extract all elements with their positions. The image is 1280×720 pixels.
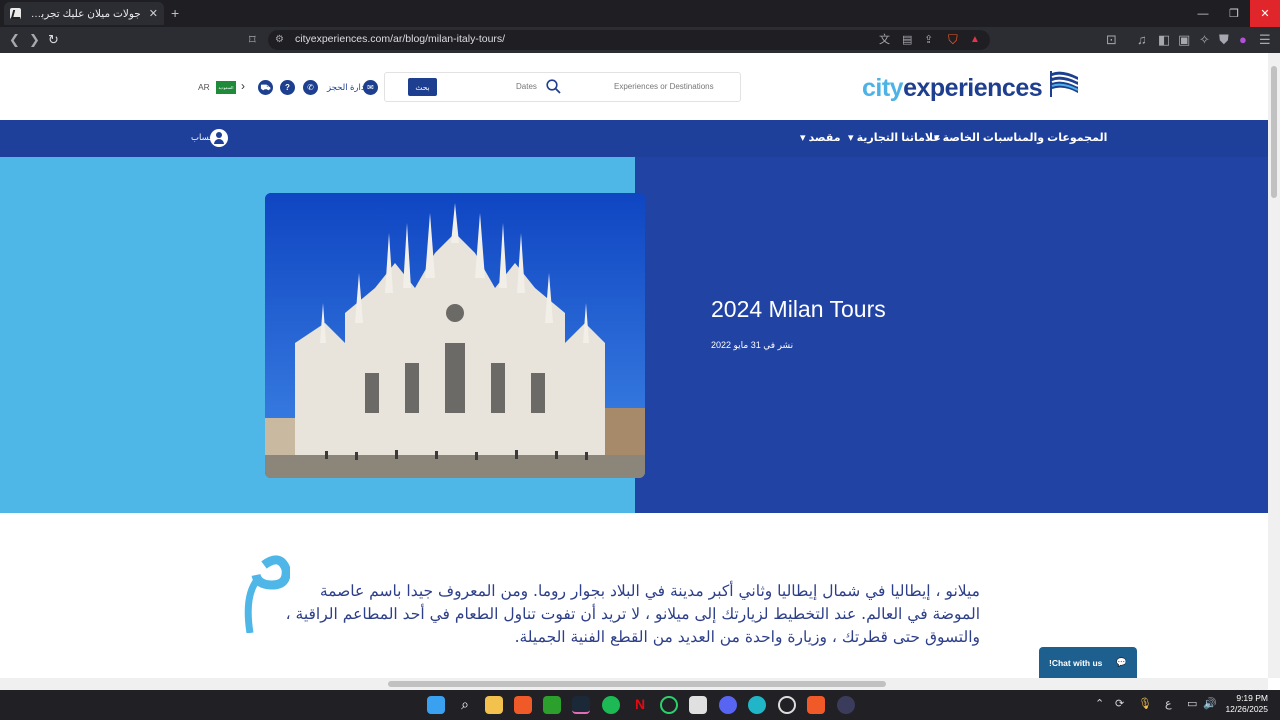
spotify-icon[interactable] — [602, 696, 620, 714]
brave-icon[interactable] — [514, 696, 532, 714]
clock-date: 12/26/2025 — [1225, 704, 1268, 714]
logo-city: city — [862, 74, 904, 102]
search-icon[interactable] — [546, 79, 561, 94]
logo-experiences: experiences — [903, 74, 1043, 102]
input-language[interactable]: ع — [1165, 697, 1172, 710]
chevron-down-icon: ▾ — [848, 132, 857, 144]
sync-icon[interactable]: ⟳ — [1115, 697, 1124, 710]
restore-button[interactable]: ❐ — [1218, 0, 1250, 27]
menu-icon[interactable]: ☰ — [1259, 31, 1271, 49]
site-info-icon[interactable]: ⚙ — [275, 31, 284, 49]
hero-right-panel — [635, 157, 1268, 513]
search-button[interactable]: بحث — [408, 78, 437, 96]
nav-item-brands[interactable]: علاماتنا التجارية ▾ — [848, 131, 941, 144]
milan-cathedral-photo — [265, 193, 645, 478]
chatgpt-icon[interactable] — [778, 696, 796, 714]
chevron-down-icon: ▾ — [800, 132, 809, 144]
xbox-icon[interactable] — [543, 696, 561, 714]
close-window-button[interactable]: ✕ — [1250, 0, 1280, 27]
nav-item-groups[interactable]: المجموعات والمناسبات الخاصة ▾ — [934, 131, 1107, 144]
file-explorer-icon[interactable] — [485, 696, 503, 714]
phone-icon[interactable]: ✆ — [303, 80, 318, 95]
site-favicon-icon — [10, 8, 21, 19]
edge-icon[interactable] — [748, 696, 766, 714]
start-icon[interactable] — [427, 696, 445, 714]
account-link[interactable]: حساب — [191, 132, 214, 143]
share-icon[interactable]: ⇪ — [924, 31, 933, 49]
search-input[interactable]: Experiences or Destinations — [614, 82, 714, 91]
reader-icon[interactable]: ▤ — [902, 31, 912, 49]
leo-ai-icon[interactable]: ✧ — [1199, 31, 1210, 49]
help-icon[interactable]: ? — [280, 80, 295, 95]
nav-item-label: مقصد — [808, 132, 841, 144]
translate-icon[interactable]: 文 — [879, 31, 890, 49]
profile-icon[interactable]: ● — [1239, 31, 1247, 49]
media-icon[interactable]: ♫ — [1137, 31, 1147, 49]
brave-active-icon[interactable] — [807, 696, 825, 714]
horizontal-scroll-thumb[interactable] — [388, 681, 886, 687]
mic-icon[interactable]: 🎙 — [1138, 697, 1152, 710]
clock-time: 9:19 PM — [1236, 693, 1268, 703]
volume-icon[interactable]: 🔊 — [1203, 697, 1217, 710]
network-icon[interactable]: ▭ — [1187, 697, 1197, 710]
brave-shield-icon[interactable]: ⛉ — [948, 31, 958, 49]
minimize-button[interactable]: — — [1187, 0, 1219, 27]
article-paragraph: ميلانو ، إيطاليا في شمال إيطاليا وثاني أ… — [285, 582, 980, 646]
steam-icon[interactable] — [572, 696, 590, 714]
published-date: نشر في 31 مايو 2022 — [711, 340, 794, 350]
dates-field[interactable]: Dates — [516, 82, 537, 91]
saudi-flag-icon: السعودية — [216, 81, 236, 94]
manage-booking-link[interactable]: إدارة الحجز — [327, 82, 367, 93]
browser-tab[interactable]: جولات ميلان عليك تجربة | تجارب الم... ✕ — [4, 2, 164, 25]
tab-search-icon[interactable]: ⊡ — [1106, 31, 1117, 49]
chat-button[interactable]: !Chat with us 💬 — [1039, 647, 1137, 678]
brave-rewards-icon[interactable]: ▲ — [970, 31, 980, 49]
site-logo[interactable]: cityexperiences — [862, 74, 1043, 103]
upwork-icon[interactable] — [660, 696, 678, 714]
nav-item-label: المجموعات والمناسبات الخاصة — [942, 132, 1108, 144]
wallet-icon[interactable]: ▣ — [1178, 31, 1190, 49]
browser-tabbar — [0, 0, 1280, 27]
back-icon[interactable]: ❮ — [9, 31, 20, 49]
sidebar-icon[interactable]: ◧ — [1158, 31, 1170, 49]
cart-icon[interactable]: ⛟ — [258, 80, 273, 95]
page-title: 2024 Milan Tours — [711, 296, 886, 322]
logo-flag-icon — [1050, 71, 1079, 97]
discord-icon[interactable] — [719, 696, 737, 714]
forward-icon[interactable]: ❯ — [29, 31, 40, 49]
reload-icon[interactable]: ↻ — [48, 31, 59, 49]
chat-bubble-icon: 💬 — [1116, 657, 1127, 667]
nav-item-destination[interactable]: مقصد ▾ — [800, 131, 841, 144]
language-selector[interactable]: AR — [198, 82, 210, 92]
netflix-icon[interactable]: N — [631, 696, 649, 714]
vpn-icon[interactable]: ⛊ — [1219, 31, 1229, 49]
new-tab-button[interactable]: + — [171, 5, 179, 21]
notepad-icon[interactable] — [689, 696, 707, 714]
chat-label: !Chat with us — [1049, 657, 1103, 668]
chevron-right-icon[interactable]: › — [241, 79, 245, 93]
bookmark-icon[interactable]: ⌑ — [249, 31, 256, 49]
vertical-scroll-thumb[interactable] — [1271, 66, 1277, 198]
app-icon[interactable] — [837, 696, 855, 714]
url-text[interactable]: cityexperiences.com/ar/blog/milan-italy-… — [295, 33, 505, 45]
search-taskbar-icon[interactable]: ⌕ — [456, 696, 474, 714]
tab-title: جولات ميلان عليك تجربة | تجارب الم... — [29, 7, 141, 20]
tab-close-icon[interactable]: ✕ — [149, 7, 158, 20]
clock[interactable]: 9:19 PM 12/26/2025 — [1224, 693, 1268, 715]
nav-item-label: علاماتنا التجارية — [856, 132, 941, 144]
tray-overflow-icon[interactable]: ⌃ — [1095, 697, 1104, 710]
